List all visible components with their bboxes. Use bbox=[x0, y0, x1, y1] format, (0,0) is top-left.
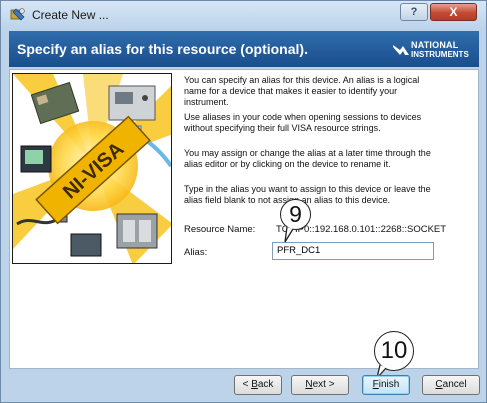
instrument-bottom-icon bbox=[70, 233, 102, 257]
cancel-button[interactable]: Cancel bbox=[422, 375, 480, 395]
page-title: Specify an alias for this resource (opti… bbox=[17, 41, 308, 57]
instruction-paragraph-3: You may assign or change the alias at a … bbox=[184, 148, 431, 169]
finish-button[interactable]: Finish bbox=[362, 375, 410, 395]
help-button[interactable]: ? bbox=[400, 3, 428, 21]
back-button[interactable]: < Back bbox=[234, 375, 282, 395]
alias-label: Alias: bbox=[184, 247, 208, 258]
instruction-paragraph-1: You can specify an alias for this device… bbox=[184, 75, 420, 107]
alias-input-value: PFR_DC1 bbox=[277, 245, 321, 256]
wizard-header: Specify an alias for this resource (opti… bbox=[9, 31, 479, 67]
callout-9-pointer bbox=[284, 227, 294, 243]
ni-eagle-icon bbox=[393, 45, 409, 55]
module-icon bbox=[116, 213, 158, 249]
close-button[interactable]: X bbox=[430, 3, 477, 21]
instruction-paragraph-2: Use aliases in your code when opening se… bbox=[184, 112, 422, 133]
ni-logo-line2: INSTRUMENTS bbox=[411, 50, 469, 59]
instruction-paragraph-4: Type in the alias you want to assign to … bbox=[184, 184, 431, 205]
window-title: Create New ... bbox=[32, 8, 109, 22]
alias-input[interactable]: PFR_DC1 bbox=[272, 242, 434, 260]
oscilloscope-icon bbox=[20, 145, 52, 173]
ni-visa-illustration: NI-VISA bbox=[13, 74, 171, 263]
ni-visa-artwork: NI-VISA bbox=[12, 73, 172, 264]
ni-app-icon bbox=[10, 8, 25, 21]
ni-logo: NATIONAL INSTRUMENTS bbox=[393, 39, 473, 61]
create-new-dialog: Create New ... ? X Specify an alias for … bbox=[0, 0, 487, 403]
instrument-box-icon bbox=[108, 85, 156, 121]
title-bar[interactable]: Create New ... ? X bbox=[1, 1, 486, 29]
step-callout-9: 9 bbox=[280, 199, 311, 230]
next-button[interactable]: Next > bbox=[291, 375, 349, 395]
ni-logo-line1: NATIONAL bbox=[411, 40, 459, 50]
resource-name-label: Resource Name: bbox=[184, 224, 256, 235]
